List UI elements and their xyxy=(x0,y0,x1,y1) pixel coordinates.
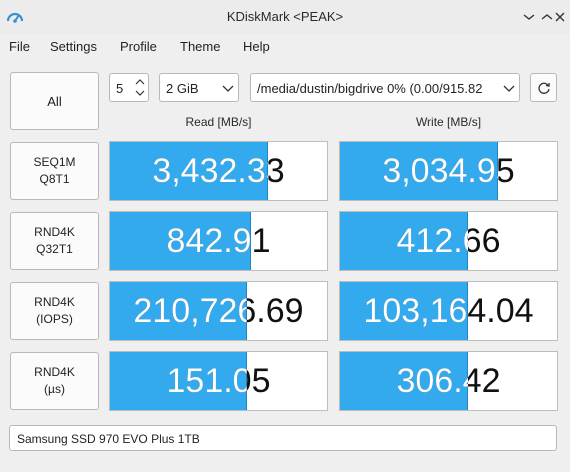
row-label-line1: SEQ1M xyxy=(33,155,76,169)
refresh-icon xyxy=(537,82,550,94)
test-seq1m-q8t1-button[interactable]: SEQ1M Q8T1 xyxy=(10,142,99,200)
target-path-value: /media/dustin/bigdrive 0% (0.00/915.82 xyxy=(257,81,483,96)
row-label-line1: RND4K xyxy=(34,225,75,239)
read-result: 842.91 842.91 xyxy=(109,211,328,271)
write-result: 306.42 306.42 xyxy=(339,351,558,411)
spinner-arrows-icon[interactable] xyxy=(132,74,148,101)
test-rnd4k-q32t1-button[interactable]: RND4K Q32T1 xyxy=(10,212,99,270)
run-all-button[interactable]: All xyxy=(10,72,99,130)
test-size-select[interactable]: 2 GiB xyxy=(159,73,239,102)
row-label-line2: (IOPS) xyxy=(36,312,73,326)
row-label-line2: Q32T1 xyxy=(36,242,73,256)
read-result: 3,432.33 3,432.33 xyxy=(109,141,328,201)
test-rnd4k-latency-button[interactable]: RND4K (µs) xyxy=(10,352,99,410)
chevron-down-icon xyxy=(222,85,234,92)
read-column-header: Read [MB/s] xyxy=(185,115,252,129)
close-icon xyxy=(555,12,565,22)
write-result: 3,034.95 3,034.95 xyxy=(339,141,558,201)
read-result: 151.05 151.05 xyxy=(109,351,328,411)
row-label-line2: Q8T1 xyxy=(39,172,70,186)
test-rnd4k-iops-button[interactable]: RND4K (IOPS) xyxy=(10,282,99,340)
menu-file[interactable]: File xyxy=(9,39,30,54)
loops-spinbox[interactable]: 5 xyxy=(109,73,149,102)
target-path-select[interactable]: /media/dustin/bigdrive 0% (0.00/915.82 xyxy=(250,73,520,102)
menu-theme[interactable]: Theme xyxy=(180,39,220,54)
refresh-button[interactable] xyxy=(530,73,557,102)
write-result: 103,164.04 103,164.04 xyxy=(339,281,558,341)
menu-settings[interactable]: Settings xyxy=(50,39,97,54)
window-title: KDiskMark <PEAK> xyxy=(226,9,344,24)
minimize-hit xyxy=(519,7,539,27)
row-label-line1: RND4K xyxy=(34,295,75,309)
title-bar: KDiskMark <PEAK> xyxy=(0,0,570,34)
row-label-line1: RND4K xyxy=(34,365,75,379)
write-result: 412.66 412.66 xyxy=(339,211,558,271)
drive-info-field[interactable]: Samsung SSD 970 EVO Plus 1TB xyxy=(9,425,557,451)
menu-bar: File Settings Profile Theme Help xyxy=(0,34,570,60)
chevron-down-icon xyxy=(503,85,515,92)
menu-profile[interactable]: Profile xyxy=(120,39,157,54)
loops-value: 5 xyxy=(116,81,124,96)
write-column-header: Write [MB/s] xyxy=(415,115,482,129)
menu-help[interactable]: Help xyxy=(243,39,270,54)
row-label-line2: (µs) xyxy=(44,382,65,396)
read-result: 210,726.69 210,726.69 xyxy=(109,281,328,341)
close-button[interactable] xyxy=(550,7,570,27)
test-size-value: 2 GiB xyxy=(166,81,199,96)
